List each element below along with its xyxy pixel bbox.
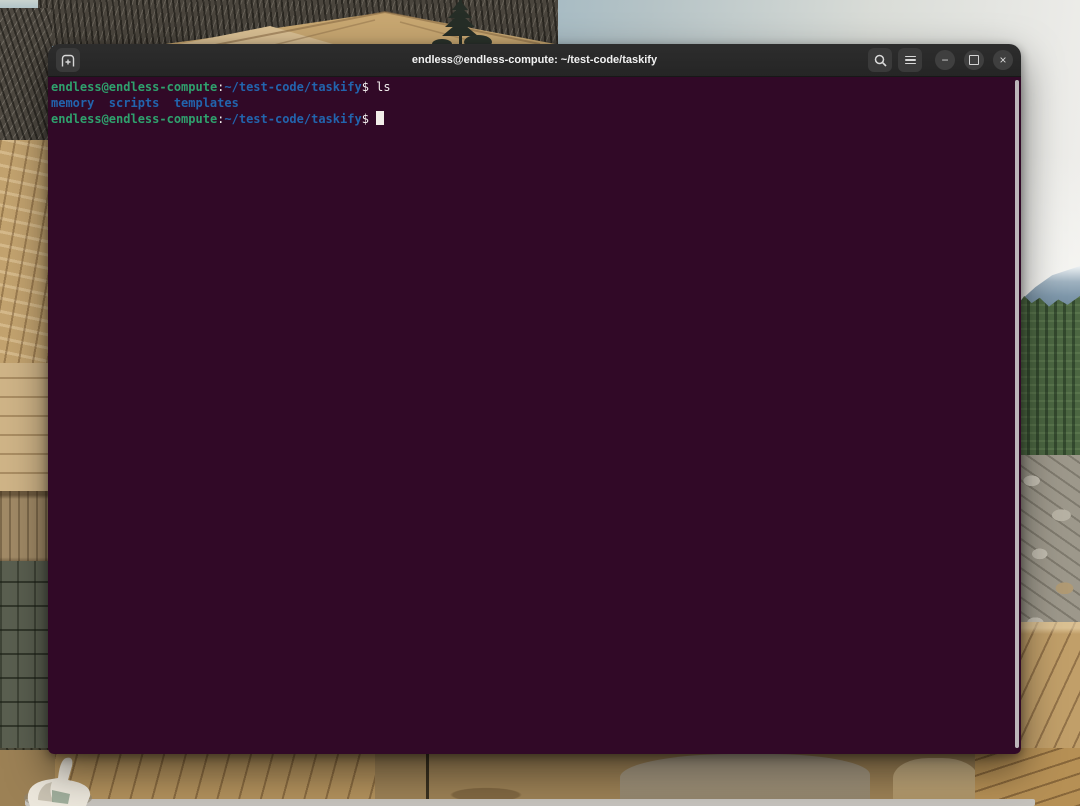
prompt-path: ~/test-code/taskify (224, 80, 361, 94)
menu-button[interactable] (898, 48, 922, 72)
wallpaper-left-twigs (0, 8, 52, 144)
desktop: endless@endless-compute: ~/test-code/tas… (0, 0, 1080, 806)
wallpaper-left-planks (0, 363, 52, 493)
minimize-button[interactable]: − (935, 50, 955, 70)
prompt-path: ~/test-code/taskify (224, 112, 361, 126)
ls-output-line: memory scripts templates (51, 96, 1011, 112)
maximize-icon (969, 55, 979, 65)
minimize-icon: − (941, 54, 948, 66)
search-button[interactable] (868, 48, 892, 72)
wallpaper-gray-strip (25, 799, 1035, 806)
terminal-cursor (376, 111, 384, 125)
titlebar[interactable]: endless@endless-compute: ~/test-code/tas… (48, 44, 1021, 77)
wallpaper-log-beam (0, 491, 52, 563)
close-button[interactable]: × (993, 50, 1013, 70)
new-tab-icon (61, 54, 75, 67)
wallpaper-wood-roof (150, 0, 555, 46)
search-icon (874, 54, 887, 67)
dir-entry: memory (51, 96, 94, 110)
prompt-user-host: endless@endless-compute (51, 80, 217, 94)
maximize-button[interactable] (964, 50, 984, 70)
wallpaper-stick (426, 752, 429, 806)
wallpaper-left-shingles (0, 140, 52, 366)
prompt-user-host: endless@endless-compute (51, 112, 217, 126)
wallpaper-dark-shingles (0, 561, 52, 751)
terminal-window: endless@endless-compute: ~/test-code/tas… (48, 44, 1021, 754)
new-tab-button[interactable] (56, 48, 80, 72)
hamburger-icon (905, 56, 916, 65)
wallpaper-conifer-tree (430, 0, 494, 46)
dir-entry: scripts (109, 96, 160, 110)
scrollbar[interactable] (1015, 80, 1019, 748)
prompt-line-2: endless@endless-compute:~/test-code/task… (51, 111, 1011, 128)
close-icon: × (999, 54, 1006, 66)
terminal-content[interactable]: endless@endless-compute:~/test-code/task… (48, 77, 1021, 754)
prompt-line-1: endless@endless-compute:~/test-code/task… (51, 80, 1011, 96)
dir-entry: templates (174, 96, 239, 110)
wallpaper-white-bird (8, 750, 108, 806)
wallpaper-forest (1018, 296, 1080, 474)
prompt-command: $ ls (362, 80, 391, 94)
wallpaper-right-planks (975, 748, 1080, 806)
prompt-dollar: $ (362, 112, 376, 126)
